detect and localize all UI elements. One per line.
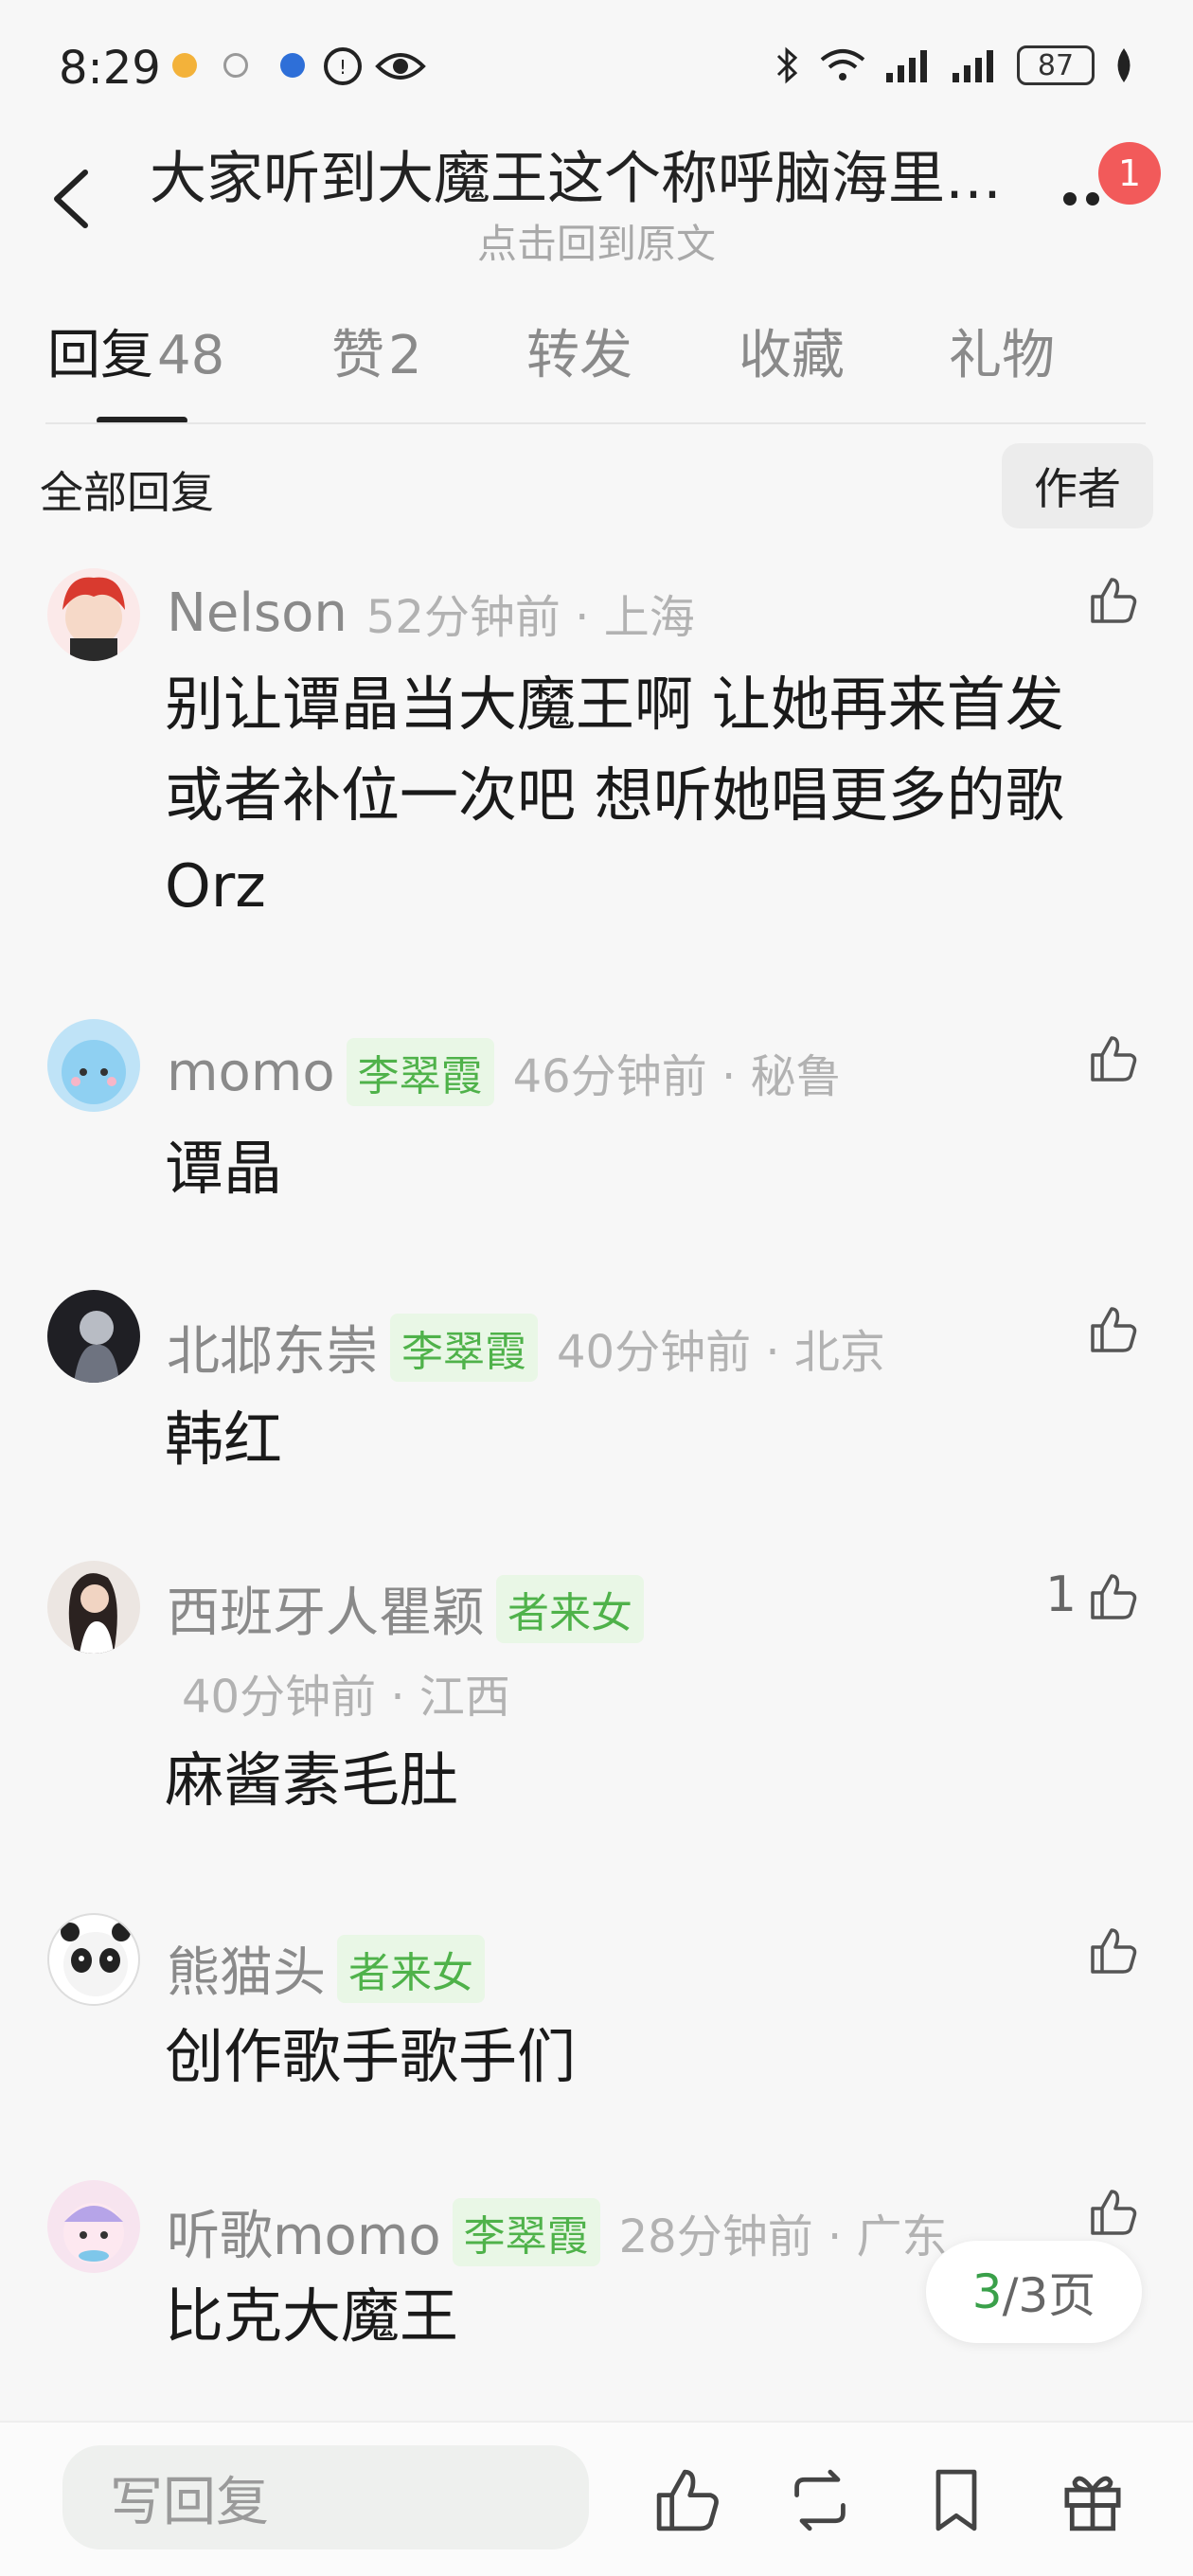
signal-icon <box>886 50 927 82</box>
like-icon[interactable] <box>1087 1303 1140 1356</box>
comment-meta: 40分钟前 · 北京 <box>557 1325 885 1379</box>
tab-favorites[interactable]: 收藏 <box>739 313 845 389</box>
like-icon[interactable] <box>1087 1032 1140 1085</box>
avatar[interactable] <box>47 1019 140 1112</box>
like-icon[interactable] <box>1087 1924 1140 1977</box>
user-tag: 李翠霞 <box>346 1038 494 1106</box>
status-time: 8:29 <box>59 42 161 95</box>
leaf-icon <box>1117 48 1131 82</box>
current-page: 3 <box>971 2264 1003 2319</box>
username[interactable]: 西班牙人瞿颖 <box>167 1570 485 1647</box>
comment-header: 西班牙人瞿颖 者来女 <box>167 1570 644 1647</box>
comment-header: 北邶东崇 李翠霞 40分钟前 · 北京 <box>167 1309 885 1386</box>
tab-label: 回复 <box>47 325 153 386</box>
reply-input[interactable]: 写回复 <box>62 2445 589 2549</box>
avatar[interactable] <box>47 568 140 661</box>
app-notification-icon <box>172 53 197 78</box>
comment-text: 麻酱素毛肚 <box>165 1735 1149 1826</box>
header: 大家听到大魔王这个称呼脑海里… 点击回到原文 <box>0 133 1193 275</box>
comment-meta: 52分钟前 · 上海 <box>365 591 695 644</box>
comment-meta: 46分钟前 · 秘鲁 <box>512 1050 842 1103</box>
bluetooth-icon <box>776 46 798 84</box>
comment-meta: 40分钟前 · 江西 <box>182 1671 510 1724</box>
svg-text:!: ! <box>339 56 347 79</box>
wifi-icon <box>820 49 865 80</box>
user-tag: 者来女 <box>496 1574 644 1643</box>
username[interactable]: 北邶东崇 <box>167 1309 379 1386</box>
back-to-original-link[interactable]: 点击回到原文 <box>0 212 1193 270</box>
eye-icon <box>375 53 426 80</box>
status-right-group: 87 <box>775 42 1136 89</box>
tab-likes[interactable]: 赞2 <box>331 313 422 389</box>
tab-reposts[interactable]: 转发 <box>526 313 632 389</box>
comment-meta: 28分钟前 · 广东 <box>618 2209 948 2263</box>
page-title[interactable]: 大家听到大魔王这个称呼脑海里… <box>150 133 1049 215</box>
page-indicator[interactable]: 3/3页 <box>926 2241 1142 2343</box>
bottom-action-bar: 写回复 <box>0 2421 1193 2576</box>
repost-icon[interactable] <box>784 2464 856 2536</box>
user-tag: 李翠霞 <box>390 1313 538 1382</box>
comment-text-line: 别让谭晶当大魔王啊 让她再来首发 <box>165 670 1064 739</box>
tab-label: 礼物 <box>949 325 1055 386</box>
tab-count: 48 <box>157 325 225 386</box>
comment-header: 熊猫头 者来女 <box>167 1930 485 2007</box>
divider <box>45 422 1146 424</box>
tab-count: 2 <box>388 325 422 386</box>
signal-icon <box>953 50 993 82</box>
avatar[interactable] <box>47 2180 140 2273</box>
tab-bar: 回复48 赞2 转发 收藏 礼物 <box>0 313 1193 426</box>
status-bar: 8:29 ! 87 <box>0 0 1193 133</box>
username[interactable]: Nelson <box>167 582 347 644</box>
like-icon[interactable] <box>1087 1570 1140 1623</box>
comment-text: 谭晶 <box>165 1123 1149 1214</box>
battery-indicator: 87 <box>1017 45 1095 85</box>
avatar[interactable] <box>47 1913 140 2006</box>
author-filter-button[interactable]: 作者 <box>1002 443 1153 528</box>
username[interactable]: momo <box>167 1042 335 1103</box>
comment-text-line: Orz <box>165 851 266 921</box>
tab-label: 转发 <box>526 325 632 386</box>
comment-text-line: 或者补位一次吧 想听她唱更多的歌 <box>165 760 1064 830</box>
comment-text-line: 韩红 <box>165 1404 283 1474</box>
like-icon[interactable] <box>651 2464 723 2536</box>
gift-icon[interactable] <box>1057 2464 1129 2536</box>
like-icon[interactable] <box>1087 2186 1140 2239</box>
username[interactable]: 熊猫头 <box>167 1930 326 2007</box>
avatar[interactable] <box>47 1290 140 1383</box>
comment-text-line: 麻酱素毛肚 <box>165 1745 459 1815</box>
like-icon[interactable] <box>1087 574 1140 627</box>
comment-header: momo 李翠霞 46分钟前 · 秘鲁 <box>167 1038 841 1106</box>
tab-replies[interactable]: 回复48 <box>47 313 224 389</box>
avatar[interactable] <box>47 1561 140 1654</box>
notification-badge[interactable]: 1 <box>1098 142 1161 205</box>
comment-text-line: 创作歌手歌手们 <box>165 2022 577 2091</box>
total-pages: /3页 <box>1002 2268 1096 2323</box>
all-replies-label: 全部回复 <box>40 467 214 518</box>
tab-gifts[interactable]: 礼物 <box>949 313 1055 389</box>
username[interactable]: 听歌momo <box>167 2193 441 2270</box>
comment-header: Nelson 52分钟前 · 上海 <box>167 580 695 646</box>
comment-text-line: 谭晶 <box>165 1134 283 1203</box>
tab-label: 赞 <box>331 325 384 386</box>
user-tag: 李翠霞 <box>452 2197 600 2266</box>
app-notification-icon <box>223 53 248 78</box>
comment-header: 听歌momo 李翠霞 28分钟前 · 广东 <box>167 2193 947 2270</box>
like-count: 1 <box>1045 1566 1077 1623</box>
comment-text: 别让谭晶当大魔王啊 让她再来首发 或者补位一次吧 想听她唱更多的歌 Orz <box>165 659 1149 932</box>
bookmark-icon[interactable] <box>920 2464 992 2536</box>
tab-label: 收藏 <box>739 325 845 386</box>
user-tag: 者来女 <box>337 1934 485 2003</box>
comment-text: 韩红 <box>165 1394 1149 1485</box>
app-notification-icon <box>280 53 305 78</box>
data-saver-icon: ! <box>324 47 362 85</box>
comment-text: 创作歌手歌手们 <box>165 2012 1149 2102</box>
